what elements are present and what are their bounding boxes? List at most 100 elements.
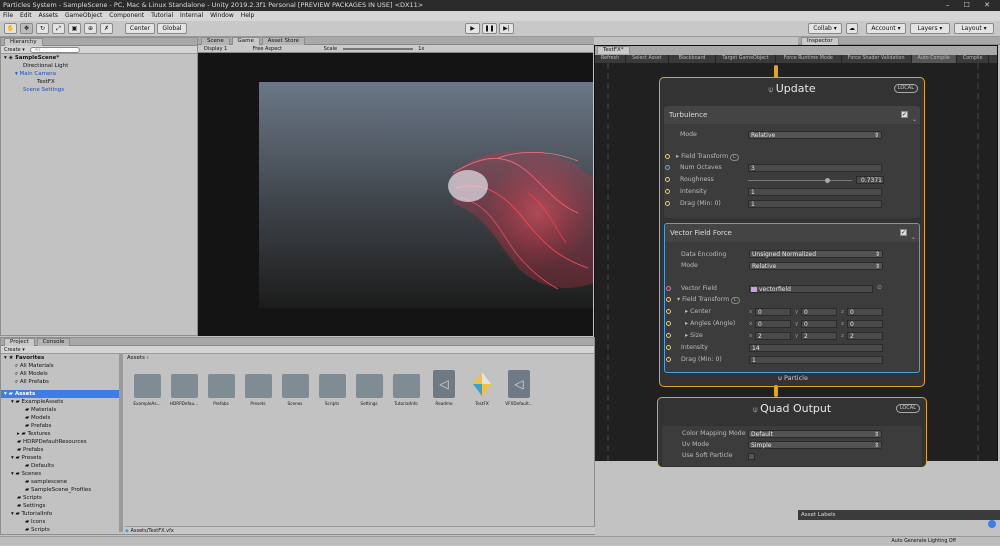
- layout-dropdown[interactable]: Layout ▾: [954, 23, 994, 34]
- input-port[interactable]: [665, 201, 670, 206]
- menu-gameobject[interactable]: GameObject: [65, 12, 102, 19]
- tree-scenes[interactable]: ▾ ▰ Scenes: [1, 470, 119, 478]
- tree-materials[interactable]: ▰ Materials: [1, 406, 119, 414]
- input-port[interactable]: [665, 154, 670, 159]
- input-port[interactable]: [666, 309, 671, 314]
- layers-dropdown[interactable]: Layers ▾: [910, 23, 950, 34]
- rotate-tool-icon[interactable]: ↻: [36, 23, 49, 34]
- folder-icon[interactable]: [208, 374, 235, 398]
- tree-scripts-sub[interactable]: ▰ Scripts: [1, 526, 119, 534]
- menu-file[interactable]: File: [3, 12, 13, 19]
- pivot-center-button[interactable]: Center: [125, 23, 155, 34]
- size-y-field[interactable]: 2: [801, 332, 837, 340]
- tree-prefabs[interactable]: ▰ Prefabs: [1, 422, 119, 430]
- hierarchy-search-input[interactable]: All: [30, 46, 81, 53]
- aspect-dropdown[interactable]: Free Aspect: [253, 46, 282, 52]
- angles-y-field[interactable]: 0: [801, 320, 837, 328]
- tree-textures[interactable]: ▸ ▰ Textures: [1, 430, 119, 438]
- vector-field-object-field[interactable]: vectorfield: [749, 285, 873, 293]
- center-z-field[interactable]: 0: [847, 308, 883, 316]
- vector-field-enabled-checkbox[interactable]: ✓: [900, 229, 907, 236]
- drag-field[interactable]: 1: [748, 200, 882, 208]
- object-picker-icon[interactable]: ⊙: [877, 284, 882, 291]
- uv-mode-dropdown[interactable]: Simple ⇕: [748, 441, 882, 449]
- hierarchy-create-button[interactable]: Create: [4, 47, 21, 53]
- tab-asset-store[interactable]: Asset Store: [261, 37, 305, 45]
- vfx-auto-compile-toggle[interactable]: Auto Compile: [911, 55, 957, 63]
- flow-connector[interactable]: [774, 385, 778, 397]
- input-port[interactable]: [666, 297, 671, 302]
- space-badge[interactable]: LOCAL: [893, 84, 918, 93]
- angles-z-field[interactable]: 0: [847, 320, 883, 328]
- menu-help[interactable]: Help: [241, 12, 255, 19]
- menu-edit[interactable]: Edit: [20, 12, 32, 19]
- scale-slider[interactable]: [342, 47, 413, 50]
- tree-item-samplescene[interactable]: ▾ ◈ SampleScene*: [1, 54, 197, 62]
- vfx-target-gameobject-button[interactable]: Target GameObject: [716, 55, 776, 63]
- menu-component[interactable]: Component: [109, 12, 144, 19]
- input-port[interactable]: [666, 357, 671, 362]
- play-button[interactable]: ▶: [465, 23, 480, 34]
- size-z-field[interactable]: 2: [847, 332, 883, 340]
- input-port[interactable]: [665, 177, 670, 182]
- space-local-badge[interactable]: L: [730, 154, 739, 161]
- tab-inspector[interactable]: Inspector: [801, 37, 839, 45]
- vf-drag-field[interactable]: 1: [749, 356, 883, 364]
- step-button[interactable]: ▶|: [499, 23, 514, 34]
- vfx-force-shader-button[interactable]: Force Shader Validation: [842, 55, 912, 63]
- tab-game[interactable]: Game: [231, 37, 260, 45]
- mode-dropdown[interactable]: Relative ⇕: [748, 131, 882, 139]
- vf-intensity-field[interactable]: 14: [749, 344, 883, 352]
- input-port[interactable]: [666, 345, 671, 350]
- account-dropdown[interactable]: Account ▾: [866, 23, 906, 34]
- tree-icons[interactable]: ▰ Icons: [1, 518, 119, 526]
- vector-field-force-block[interactable]: Vector Field Force ✓ ⌄ Data Encoding Uns…: [664, 223, 920, 373]
- input-port[interactable]: [666, 286, 671, 291]
- menu-tutorial[interactable]: Tutorial: [151, 12, 173, 19]
- center-x-field[interactable]: 0: [755, 308, 791, 316]
- tree-defaults[interactable]: ▰ Defaults: [1, 462, 119, 470]
- project-create-button[interactable]: Create: [4, 347, 21, 353]
- tab-testfx[interactable]: TestFX*: [597, 46, 630, 54]
- update-context[interactable]: ⍦ Update LOCAL Turbulence ✓ ⌄ Mode Relat…: [659, 77, 925, 387]
- roughness-field[interactable]: 0.7371: [856, 176, 884, 184]
- folder-icon[interactable]: [356, 374, 383, 398]
- folder-icon[interactable]: [393, 374, 420, 398]
- tree-favorites[interactable]: ▾ ★ Favorites: [1, 354, 119, 362]
- vfx-blackboard-button[interactable]: Blackboard: [669, 55, 717, 63]
- vfx-graph-canvas[interactable]: ⍦ Update LOCAL Turbulence ✓ ⌄ Mode Relat…: [595, 63, 997, 467]
- intensity-field[interactable]: 1: [748, 188, 882, 196]
- input-port[interactable]: [666, 321, 671, 326]
- tree-tutorialinfo[interactable]: ▾ ▰ TutorialInfo: [1, 510, 119, 518]
- tab-project[interactable]: Project: [4, 338, 35, 346]
- tree-all-prefabs[interactable]: ⌕ All Prefabs: [1, 378, 119, 386]
- angles-x-field[interactable]: 0: [755, 320, 791, 328]
- hand-tool-icon[interactable]: ✋: [4, 23, 17, 34]
- tab-console[interactable]: Console: [36, 338, 71, 346]
- pause-button[interactable]: ❚❚: [482, 23, 497, 34]
- tree-scrollbar[interactable]: [119, 354, 123, 532]
- tree-presets[interactable]: ▾ ▰ Presets: [1, 454, 119, 462]
- tree-samplescene-profiles[interactable]: ▰ SampleScene_Profiles: [1, 486, 119, 494]
- cloud-icon[interactable]: ☁: [846, 23, 858, 34]
- unity-asset-icon[interactable]: ◁: [508, 370, 530, 398]
- folder-icon[interactable]: [319, 374, 346, 398]
- slider-thumb[interactable]: [824, 178, 830, 183]
- input-port[interactable]: [665, 189, 670, 194]
- menu-internal[interactable]: Internal: [180, 12, 203, 19]
- vf-mode-dropdown[interactable]: Relative ⇕: [749, 262, 883, 270]
- move-tool-icon[interactable]: ✥: [20, 23, 33, 34]
- window-controls[interactable]: – ☐ ✕: [946, 0, 996, 11]
- tree-assets[interactable]: ▾ ▰ Assets: [1, 390, 119, 398]
- collab-button[interactable]: Collab ▾: [808, 23, 842, 34]
- menu-window[interactable]: Window: [210, 12, 234, 19]
- tab-scene[interactable]: Scene: [201, 37, 230, 45]
- asset-breadcrumb[interactable]: Assets ›: [125, 354, 595, 362]
- input-port[interactable]: [665, 165, 670, 170]
- tree-samplescene[interactable]: ▰ samplescene: [1, 478, 119, 486]
- folder-icon[interactable]: [134, 374, 161, 398]
- num-octaves-field[interactable]: 3: [748, 164, 882, 172]
- roughness-slider[interactable]: [748, 178, 852, 183]
- tab-hierarchy[interactable]: Hierarchy: [4, 38, 43, 46]
- tree-hdrp-resources[interactable]: ▰ HDRPDefaultResources: [1, 438, 119, 446]
